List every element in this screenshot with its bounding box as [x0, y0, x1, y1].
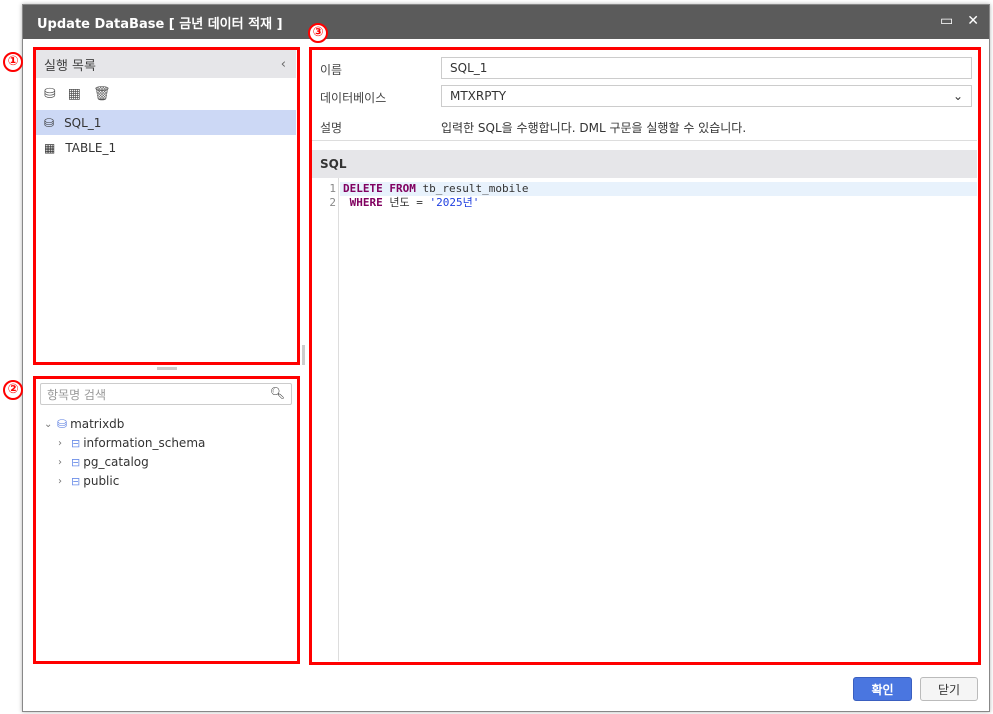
dialog-title: Update DataBase [ 금년 데이터 적재 ] [23, 5, 989, 39]
annotation-box-3 [309, 47, 981, 665]
horizontal-splitter[interactable] [157, 367, 177, 370]
close-icon[interactable]: ✕ [967, 13, 979, 29]
annotation-number-1: ① [3, 52, 23, 72]
annotation-box-1 [33, 47, 300, 365]
vertical-splitter[interactable] [302, 345, 305, 365]
maximize-icon[interactable]: ▭ [940, 13, 953, 29]
annotation-number-3: ③ [308, 23, 328, 43]
confirm-button[interactable]: 확인 [853, 677, 912, 701]
annotation-number-2: ② [3, 380, 23, 400]
annotation-box-2 [33, 376, 300, 664]
close-button[interactable]: 닫기 [920, 677, 978, 701]
